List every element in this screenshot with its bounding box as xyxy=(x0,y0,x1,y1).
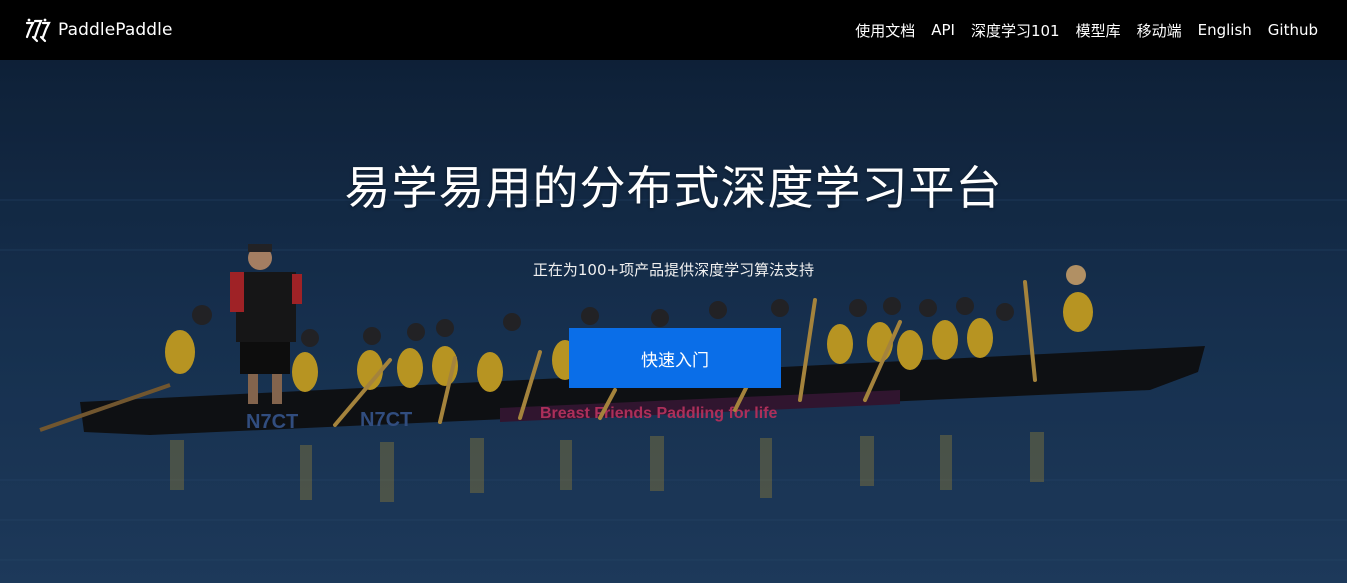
brand-logo-link[interactable]: PaddlePaddle xyxy=(24,17,173,43)
top-navbar: PaddlePaddle 使用文档 API 深度学习101 模型库 移动端 En… xyxy=(0,0,1347,60)
nav-english[interactable]: English xyxy=(1198,21,1252,39)
hero-title: 易学易用的分布式深度学习平台 xyxy=(344,161,1003,215)
hero-dark-overlay xyxy=(0,60,1347,583)
nav-model-zoo[interactable]: 模型库 xyxy=(1076,20,1121,41)
main-nav: 使用文档 API 深度学习101 模型库 移动端 English Github xyxy=(855,20,1318,41)
nav-github[interactable]: Github xyxy=(1268,21,1318,39)
brand-name: PaddlePaddle xyxy=(58,20,173,40)
nav-mobile[interactable]: 移动端 xyxy=(1137,20,1182,41)
nav-docs[interactable]: 使用文档 xyxy=(855,20,915,41)
nav-api[interactable]: API xyxy=(931,21,955,39)
quick-start-button[interactable]: 快速入门 xyxy=(569,328,781,388)
hero-subtitle: 正在为100+项产品提供深度学习算法支持 xyxy=(532,261,815,279)
nav-deep-learning-101[interactable]: 深度学习101 xyxy=(971,20,1060,41)
hero-banner: N7CT N7CT Breast Friends Paddling for li… xyxy=(0,60,1347,583)
paddlepaddle-logo-icon xyxy=(25,18,51,43)
